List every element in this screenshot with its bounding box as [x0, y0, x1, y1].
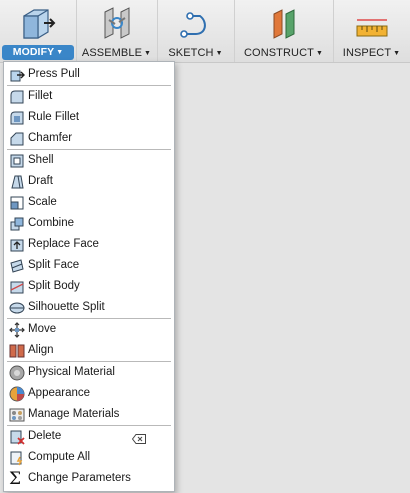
appearance-icon	[9, 386, 25, 402]
move-icon	[9, 322, 25, 338]
scale-icon	[9, 195, 25, 211]
menu-item-label: Silhouette Split	[28, 301, 105, 313]
menu-item-align[interactable]: Align	[4, 340, 174, 361]
sketch-label: SKETCH	[168, 47, 214, 59]
physical-material-icon	[9, 365, 25, 381]
assemble-label: ASSEMBLE	[81, 47, 143, 59]
menu-item-label: Rule Fillet	[28, 111, 80, 123]
menu-item-label: Compute All	[28, 451, 91, 463]
modify-dropdown-menu: Press Pull Fillet Rule Fillet Chamfer Sh…	[3, 61, 175, 492]
menu-item-fillet[interactable]: Fillet	[4, 86, 174, 107]
menu-item-compute-all[interactable]: Compute All	[4, 447, 174, 468]
menu-item-label: Press Pull	[28, 68, 80, 80]
chevron-down-icon: ▼	[144, 50, 152, 57]
chevron-down-icon: ▼	[215, 50, 223, 57]
align-icon	[9, 343, 25, 359]
chevron-down-icon: ▼	[315, 50, 323, 57]
menu-item-label: Fillet	[28, 90, 53, 102]
menu-item-appearance[interactable]: Appearance	[4, 383, 174, 404]
menu-item-silhouette-split[interactable]: Silhouette Split	[4, 297, 174, 318]
menu-item-label: Chamfer	[28, 132, 73, 144]
menu-item-rule-fillet[interactable]: Rule Fillet	[4, 107, 174, 128]
assemble-tool[interactable]: ASSEMBLE ▼	[76, 0, 158, 62]
sketch-tool[interactable]: SKETCH ▼	[157, 0, 235, 62]
menu-item-manage-materials[interactable]: Manage Materials	[4, 404, 174, 425]
press-pull-cube-icon	[20, 6, 56, 45]
sigma-icon: Σ	[9, 469, 22, 489]
menu-item-label: Manage Materials	[28, 408, 120, 420]
menu-item-replace-face[interactable]: Replace Face	[4, 234, 174, 255]
menu-item-label: Appearance	[28, 387, 91, 399]
modify-tool[interactable]: MODIFY ▼	[0, 0, 77, 62]
menu-item-label: Move	[28, 323, 57, 335]
menu-item-physical-material[interactable]: Physical Material	[4, 362, 174, 383]
rule-fillet-icon	[9, 110, 25, 126]
menu-item-move[interactable]: Move	[4, 319, 174, 340]
menu-item-split-face[interactable]: Split Face	[4, 255, 174, 276]
inspect-tool[interactable]: INSPECT ▼	[333, 0, 410, 62]
combine-icon	[9, 216, 25, 232]
menu-item-scale[interactable]: Scale	[4, 192, 174, 213]
menu-item-chamfer[interactable]: Chamfer	[4, 128, 174, 149]
inspect-label: INSPECT	[342, 47, 392, 59]
chevron-down-icon: ▼	[393, 50, 401, 57]
delete-icon	[9, 429, 25, 445]
split-face-icon	[9, 258, 25, 274]
silhouette-split-icon	[9, 300, 25, 316]
menu-item-label: Scale	[28, 196, 57, 208]
menu-item-press-pull[interactable]: Press Pull	[4, 64, 174, 85]
menu-item-label: Align	[28, 344, 54, 356]
ruler-icon	[354, 6, 390, 45]
construct-label: CONSTRUCT	[244, 47, 314, 59]
sketch-curve-icon	[178, 6, 214, 45]
chevron-down-icon: ▼	[56, 49, 64, 56]
menu-item-delete[interactable]: Delete	[4, 426, 174, 447]
press-pull-icon	[9, 67, 25, 83]
compute-all-icon	[9, 450, 25, 466]
modify-label: MODIFY	[12, 46, 55, 58]
plane-icon	[266, 6, 302, 45]
shell-icon	[9, 153, 25, 169]
menu-item-label: Replace Face	[28, 238, 99, 250]
menu-item-label: Shell	[28, 154, 54, 166]
menu-item-shell[interactable]: Shell	[4, 150, 174, 171]
menu-item-label: Split Body	[28, 280, 80, 292]
split-body-icon	[9, 279, 25, 295]
joint-icon	[99, 6, 135, 45]
menu-item-split-body[interactable]: Split Body	[4, 276, 174, 297]
fillet-icon	[9, 89, 25, 105]
construct-tool[interactable]: CONSTRUCT ▼	[234, 0, 334, 62]
manage-materials-icon	[9, 407, 25, 423]
replace-face-icon	[9, 237, 25, 253]
menu-item-change-parameters[interactable]: Σ Change Parameters	[4, 468, 174, 489]
menu-item-label: Physical Material	[28, 366, 115, 378]
menu-item-label: Draft	[28, 175, 53, 187]
menu-item-label: Combine	[28, 217, 75, 229]
menu-item-label: Delete	[28, 430, 62, 442]
menu-item-combine[interactable]: Combine	[4, 213, 174, 234]
menu-item-label: Change Parameters	[28, 472, 131, 484]
menu-item-draft[interactable]: Draft	[4, 171, 174, 192]
menu-item-label: Split Face	[28, 259, 80, 271]
draft-icon	[9, 174, 25, 190]
chamfer-icon	[9, 131, 25, 147]
toolbar: MODIFY ▼ ASSEMBLE ▼ SKETCH ▼ CONSTRUCT ▼…	[0, 0, 410, 63]
